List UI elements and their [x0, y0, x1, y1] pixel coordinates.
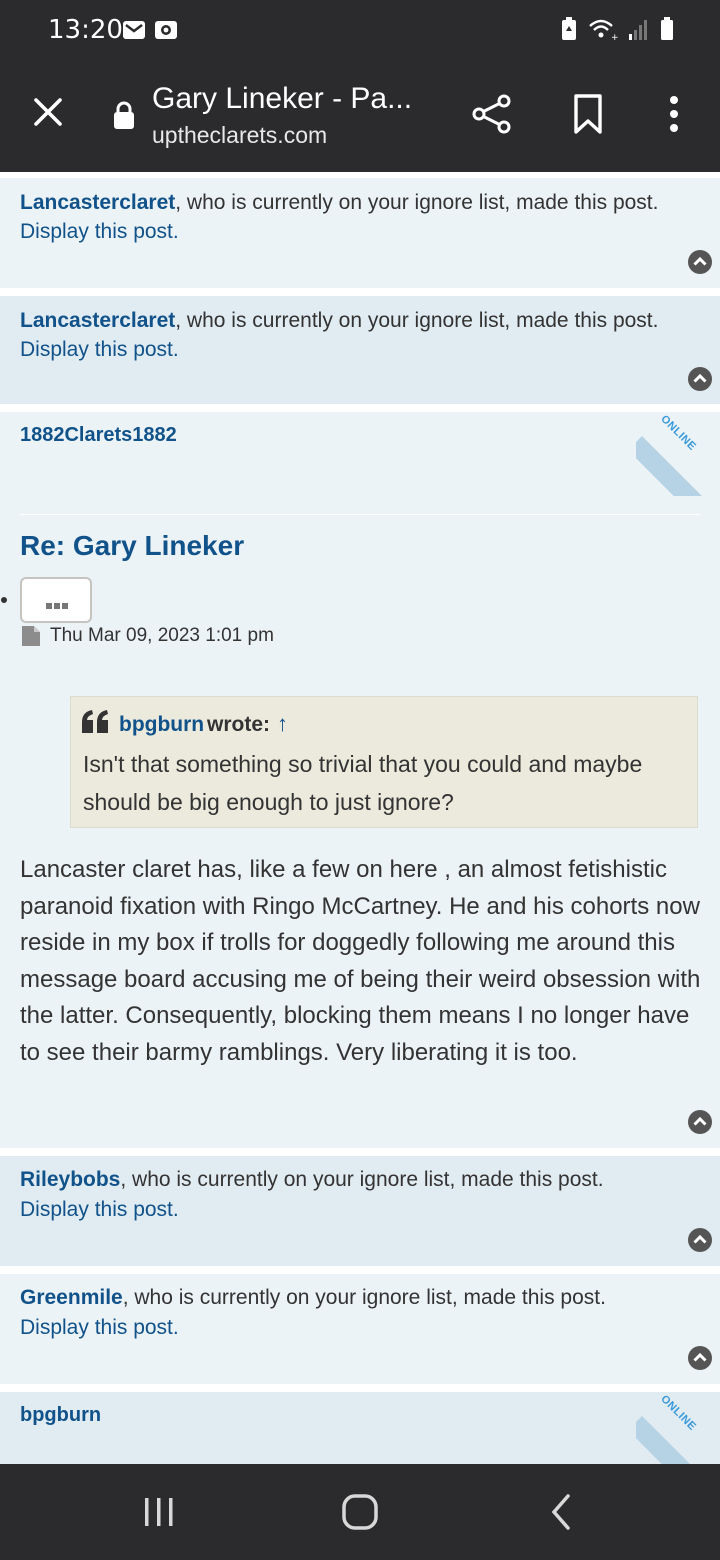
svg-text:+: +: [611, 33, 618, 41]
page-domain[interactable]: uptheclarets.com: [152, 122, 327, 149]
camera-icon: [155, 21, 177, 39]
ignored-username[interactable]: Lancasterclaret: [20, 191, 175, 214]
ignored-post: Lancasterclaret, who is currently on you…: [0, 296, 720, 404]
ignored-post-notice: Lancasterclaret, who is currently on you…: [20, 191, 658, 215]
ignored-post: Rileybobs, who is currently on your igno…: [0, 1156, 720, 1266]
display-post-link[interactable]: Display this post.: [20, 1198, 179, 1222]
post-file-icon: [22, 626, 40, 646]
ignored-post: Greenmile, who is currently on your igno…: [0, 1274, 720, 1384]
ignored-message: , who is currently on your ignore list, …: [122, 1286, 606, 1309]
post-date: Thu Mar 09, 2023 1:01 pm: [50, 625, 274, 646]
post-author[interactable]: 1882Clarets1882: [20, 424, 177, 447]
post-author[interactable]: bpgburn: [20, 1404, 101, 1427]
status-time: 13:20: [48, 15, 123, 45]
ignored-post-notice: Lancasterclaret, who is currently on you…: [20, 309, 658, 333]
online-badge-text: ONLINE: [658, 413, 699, 453]
dots-icon: [46, 596, 68, 609]
forum-post: bpgburn ONLINE: [0, 1392, 720, 1476]
signal-icon: [629, 20, 647, 40]
battery-icon: [661, 17, 673, 40]
online-badge-text: ONLINE: [658, 1393, 699, 1433]
ignored-message: , who is currently on your ignore list, …: [175, 309, 659, 332]
back-icon[interactable]: [538, 1488, 586, 1536]
back-to-top-icon[interactable]: [688, 250, 712, 274]
ignored-username[interactable]: Greenmile: [20, 1286, 123, 1309]
more-vert-icon[interactable]: [660, 92, 688, 136]
quote-text: Isn't that something so trivial that you…: [83, 751, 643, 815]
mail-icon: [123, 21, 145, 39]
quote-source-arrow[interactable]: ↑: [277, 711, 288, 737]
status-bar: 13:20 +: [0, 0, 720, 60]
quote-block: bpgburn wrote: ↑ Isn't that something so…: [70, 696, 698, 828]
ignored-post-notice: Rileybobs, who is currently on your igno…: [20, 1168, 604, 1192]
page-title[interactable]: Gary Lineker - Pa...: [152, 82, 412, 116]
forum-post: 1882Clarets1882 ONLINE Re: Gary Lineker …: [0, 412, 720, 1148]
lock-icon: [114, 101, 134, 129]
post-divider: [20, 514, 700, 515]
back-to-top-icon[interactable]: [688, 367, 712, 391]
online-badge: ONLINE: [636, 412, 720, 496]
back-to-top-icon[interactable]: [688, 1346, 712, 1370]
post-title[interactable]: Re: Gary Lineker: [20, 530, 244, 562]
back-to-top-icon[interactable]: [688, 1228, 712, 1252]
ignored-message: , who is currently on your ignore list, …: [120, 1168, 604, 1191]
ignored-message: , who is currently on your ignore list, …: [175, 191, 659, 214]
ignored-username[interactable]: Rileybobs: [20, 1168, 120, 1191]
ignored-post-notice: Greenmile, who is currently on your igno…: [20, 1286, 606, 1310]
quote-wrote-label: wrote:: [207, 713, 270, 736]
quote-icon: [82, 710, 108, 733]
display-post-link[interactable]: Display this post.: [20, 220, 179, 244]
ignored-username[interactable]: Lancasterclaret: [20, 309, 175, 332]
display-post-link[interactable]: Display this post.: [20, 338, 179, 362]
bookmark-icon[interactable]: [568, 92, 608, 136]
wifi-icon: +: [589, 19, 618, 41]
display-post-link[interactable]: Display this post.: [20, 1316, 179, 1340]
share-icon[interactable]: [470, 92, 514, 136]
post-menu-button[interactable]: [20, 577, 92, 623]
browser-app-bar: Gary Lineker - Pa... uptheclarets.com: [0, 60, 720, 172]
home-icon[interactable]: [336, 1488, 384, 1536]
back-to-top-icon[interactable]: [688, 1110, 712, 1134]
post-body: Lancaster claret has, like a few on here…: [20, 856, 701, 1066]
list-bullet: [1, 597, 7, 603]
system-nav-bar: [0, 1464, 720, 1560]
ignored-post: Lancasterclaret, who is currently on you…: [0, 178, 720, 288]
quote-author[interactable]: bpgburn: [119, 713, 204, 737]
battery-saver-icon: [562, 17, 576, 40]
close-icon[interactable]: [28, 92, 68, 132]
recent-apps-icon[interactable]: [135, 1488, 183, 1536]
